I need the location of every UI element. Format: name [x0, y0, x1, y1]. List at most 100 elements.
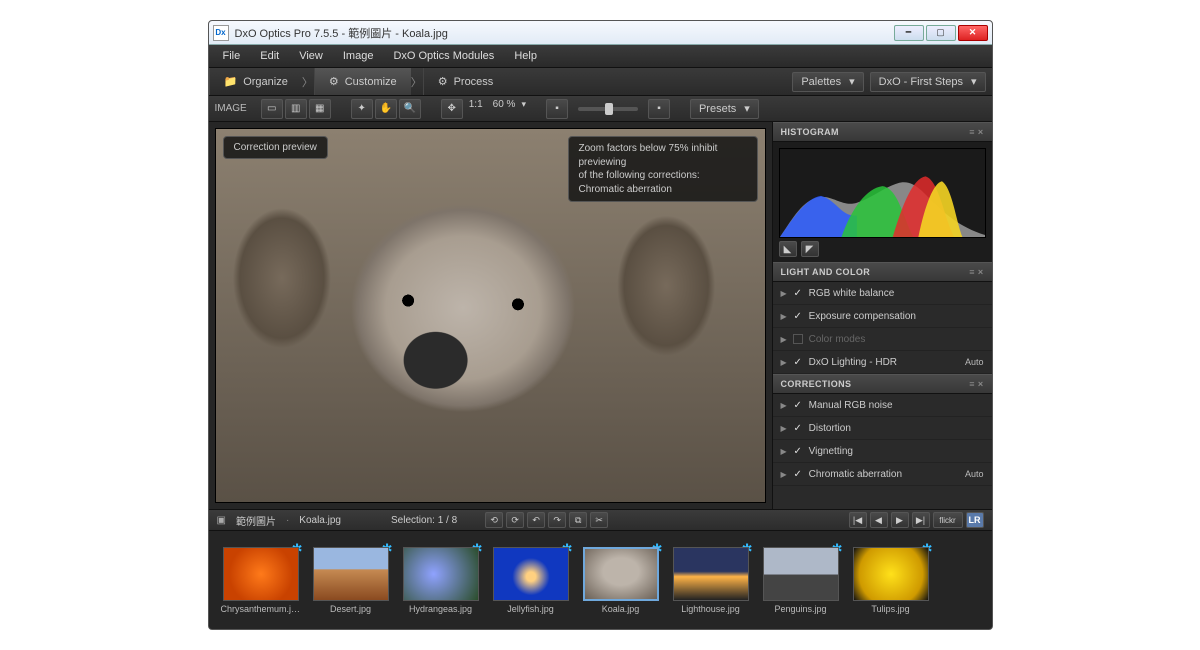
workflow-process[interactable]: ⚙ Process	[423, 68, 508, 95]
lightroom-button[interactable]: LR	[966, 512, 984, 528]
filmstrip[interactable]: ✱Chrysanthemum.jpg✱Desert.jpg✱Hydrangeas…	[209, 531, 992, 629]
prev-button[interactable]: ◀	[870, 512, 888, 528]
view-grid-button[interactable]: ▦	[309, 99, 331, 119]
corrections-header[interactable]: CORRECTIONS ≡ ×	[773, 374, 992, 394]
checkbox-on-icon[interactable]	[793, 400, 803, 410]
param-label: RGB white balance	[809, 288, 895, 299]
thumbnail[interactable]: ✱Desert.jpg	[311, 547, 391, 614]
caret-down-icon[interactable]: ▾	[521, 99, 526, 119]
menu-file[interactable]: File	[215, 47, 249, 65]
thumbnail[interactable]: ✱Jellyfish.jpg	[491, 547, 571, 614]
last-button[interactable]: ▶|	[912, 512, 930, 528]
thumbnail-caption: Desert.jpg	[330, 604, 371, 614]
corrections-title: CORRECTIONS	[781, 379, 852, 389]
zoom-note-line: of the following corrections:	[579, 169, 747, 183]
histo-shadow-clip-button[interactable]: ◣	[779, 241, 797, 257]
menu-help[interactable]: Help	[506, 47, 545, 65]
checkbox-on-icon[interactable]	[793, 288, 803, 298]
histo-highlight-clip-button[interactable]: ◤	[801, 241, 819, 257]
breadcrumb-file[interactable]: Koala.jpg	[299, 515, 341, 526]
crop-button[interactable]: ✂	[590, 512, 608, 528]
chevron-right-icon: ▶	[781, 424, 787, 433]
zoom-warning-overlay: Zoom factors below 75% inhibit previewin…	[568, 136, 758, 202]
view-compare-button[interactable]: ▥	[285, 99, 307, 119]
param-label: DxO Lighting - HDR	[809, 357, 897, 368]
presets-dropdown[interactable]: Presets ▾	[690, 99, 759, 119]
param-noise[interactable]: ▶ Manual RGB noise	[773, 394, 992, 417]
param-vignetting[interactable]: ▶ Vignetting	[773, 440, 992, 463]
checkbox-on-icon[interactable]	[793, 311, 803, 321]
param-distortion[interactable]: ▶ Distortion	[773, 417, 992, 440]
image-label: IMAGE	[215, 103, 247, 114]
breadcrumb-separator: ·	[286, 515, 289, 526]
checkbox-on-icon[interactable]	[793, 446, 803, 456]
checkbox-off-icon[interactable]	[793, 334, 803, 344]
menubar: File Edit View Image DxO Optics Modules …	[209, 45, 992, 68]
workspace-dropdown[interactable]: DxO - First Steps ▾	[870, 72, 986, 92]
menu-modules[interactable]: DxO Optics Modules	[385, 47, 502, 65]
thumbnail-caption: Lighthouse.jpg	[681, 604, 740, 614]
thumbnail[interactable]: ✱Tulips.jpg	[851, 547, 931, 614]
param-chromatic[interactable]: ▶ Chromatic aberration Auto	[773, 463, 992, 486]
zoom-note-line: Chromatic aberration	[579, 183, 747, 197]
menu-edit[interactable]: Edit	[252, 47, 287, 65]
caret-down-icon: ▾	[744, 102, 750, 115]
checkbox-on-icon[interactable]	[793, 423, 803, 433]
hand-tool[interactable]: ✋	[375, 99, 397, 119]
param-exposure[interactable]: ▶ Exposure compensation	[773, 305, 992, 328]
folder-icon: ▣	[217, 515, 226, 526]
view-single-button[interactable]: ▭	[261, 99, 283, 119]
preview-pane[interactable]: Correction preview Zoom factors below 75…	[209, 122, 772, 509]
panel-menu-icon[interactable]: ≡ ×	[969, 379, 983, 389]
app-window: Dx DxO Optics Pro 7.5.5 - 範例圖片 - Koala.j…	[208, 20, 993, 630]
flickr-button[interactable]: flickr	[933, 512, 963, 528]
maximize-button[interactable]: ▢	[926, 25, 956, 41]
rotate-right-button[interactable]: ⟳	[506, 512, 524, 528]
thumbnail-caption: Jellyfish.jpg	[507, 604, 554, 614]
thumbnail-caption: Tulips.jpg	[871, 604, 909, 614]
undo-button[interactable]: ↶	[527, 512, 545, 528]
thumbnail-image	[583, 547, 659, 601]
copy-button[interactable]: ⧉	[569, 512, 587, 528]
close-button[interactable]: ✕	[958, 25, 988, 41]
palettes-label: Palettes	[801, 76, 841, 88]
zoom-percent[interactable]: 60 %	[489, 99, 520, 119]
light-color-header[interactable]: LIGHT AND COLOR ≡ ×	[773, 262, 992, 282]
zoom-ratio[interactable]: 1:1	[465, 99, 487, 119]
palettes-dropdown[interactable]: Palettes ▾	[792, 72, 863, 92]
pointer-tool[interactable]: ✦	[351, 99, 373, 119]
param-white-balance[interactable]: ▶ RGB white balance	[773, 282, 992, 305]
menu-image[interactable]: Image	[335, 47, 382, 65]
breadcrumb-folder[interactable]: 範例圖片	[236, 513, 276, 528]
thumbnail[interactable]: ✱Lighthouse.jpg	[671, 547, 751, 614]
thumbnail[interactable]: ✱Chrysanthemum.jpg	[221, 547, 301, 614]
zoom-slider[interactable]	[578, 107, 638, 111]
next-button[interactable]: ▶	[891, 512, 909, 528]
correction-preview-label: Correction preview	[223, 136, 328, 159]
histogram-header[interactable]: HISTOGRAM ≡ ×	[773, 122, 992, 142]
chevron-right-icon: ▶	[781, 401, 787, 410]
first-button[interactable]: |◀	[849, 512, 867, 528]
thumbnail[interactable]: ✱Hydrangeas.jpg	[401, 547, 481, 614]
panel-menu-icon[interactable]: ≡ ×	[969, 267, 983, 277]
menu-view[interactable]: View	[291, 47, 331, 65]
folder-icon: 📁	[224, 75, 238, 88]
checkbox-on-icon[interactable]	[793, 469, 803, 479]
rotate-left-button[interactable]: ⟲	[485, 512, 503, 528]
zoom-in-button[interactable]: ▪	[648, 99, 670, 119]
fit-button[interactable]: ✥	[441, 99, 463, 119]
param-lighting-hdr[interactable]: ▶ DxO Lighting - HDR Auto	[773, 351, 992, 374]
zoom-out-button[interactable]: ▪	[546, 99, 568, 119]
thumbnail[interactable]: ✱Koala.jpg	[581, 547, 661, 614]
minimize-button[interactable]: ━	[894, 25, 924, 41]
workflow-organize[interactable]: 📁 Organize	[209, 68, 302, 95]
zoom-tool[interactable]: 🔍	[399, 99, 421, 119]
workflow-customize[interactable]: ⚙ Customize	[314, 68, 411, 95]
checkbox-on-icon[interactable]	[793, 357, 803, 367]
redo-button[interactable]: ↷	[548, 512, 566, 528]
thumbnail[interactable]: ✱Penguins.jpg	[761, 547, 841, 614]
main-area: Correction preview Zoom factors below 75…	[209, 122, 992, 509]
panel-menu-icon[interactable]: ≡ ×	[969, 127, 983, 137]
chevron-right-icon: ▶	[781, 358, 787, 367]
param-color-modes[interactable]: ▶ Color modes	[773, 328, 992, 351]
